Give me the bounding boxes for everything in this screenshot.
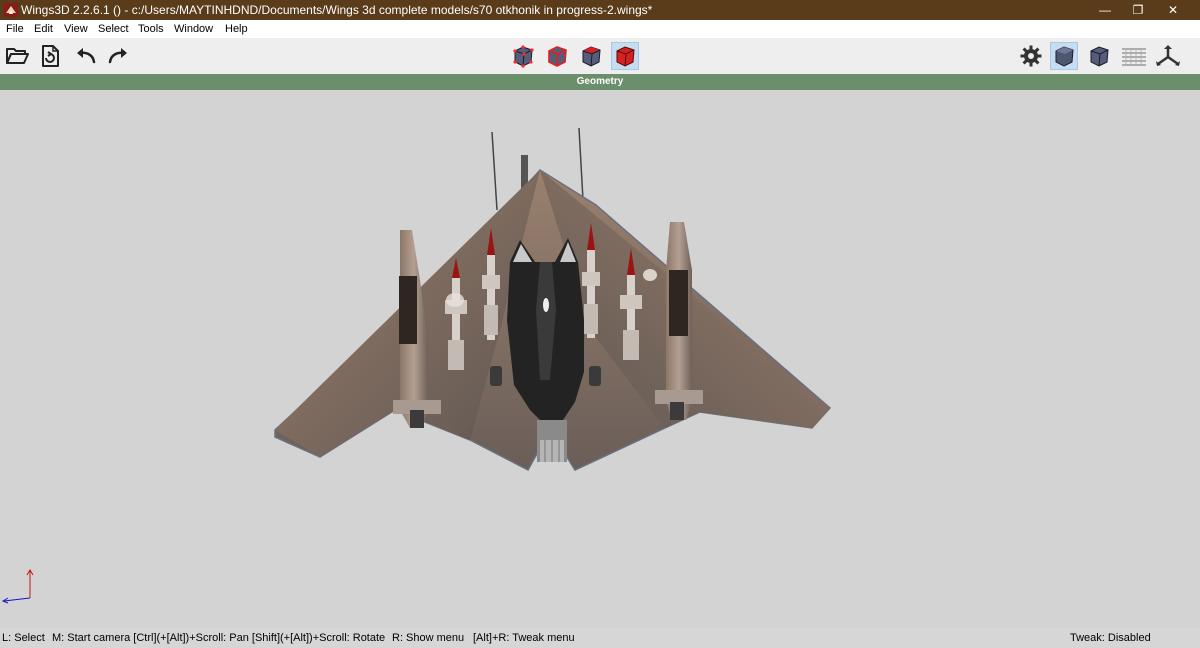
maximize-button[interactable]: ❐ [1120,0,1156,20]
menu-tools[interactable]: Tools [138,20,164,38]
toolbar [0,38,1200,75]
menu-edit[interactable]: Edit [34,20,53,38]
wings3d-logo-icon [4,3,18,17]
smooth-shaded-cube-icon[interactable] [1050,42,1078,70]
flat-shaded-cube-icon[interactable] [1085,42,1113,70]
menu-window[interactable]: Window [174,20,213,38]
open-folder-icon[interactable] [3,42,31,70]
status-bar: L: Select M: Start camera [Ctrl](+[Alt])… [0,628,1200,648]
menu-file[interactable]: File [6,20,24,38]
face-mode-icon[interactable] [577,42,605,70]
status-camera-hint: M: Start camera [Ctrl](+[Alt])+Scroll: P… [52,632,386,644]
import-icon[interactable] [36,42,64,70]
status-select-hint: L: Select [2,632,45,644]
axes-icon[interactable] [1154,42,1182,70]
undo-icon[interactable] [71,42,99,70]
geometry-viewport[interactable] [0,90,1200,628]
axis-indicator-icon [1,569,34,604]
aircraft-model[interactable] [0,90,1200,628]
menu-bar: File Edit View Select Tools Window Help [0,20,1200,38]
edge-mode-icon[interactable] [543,42,571,70]
close-button[interactable]: ✕ [1155,0,1191,20]
geometry-header: Geometry [0,74,1200,90]
status-menu-hint: R: Show menu [392,632,465,644]
ground-plane-icon[interactable] [1120,42,1148,70]
redo-icon[interactable] [105,42,133,70]
tweak-status: Tweak: Disabled [1070,632,1151,644]
status-tweak-menu-hint: [Alt]+R: Tweak menu [473,632,575,644]
menu-view[interactable]: View [64,20,88,38]
title-bar: Wings3D 2.2.6.1 () - c:/Users/MAYTINHDND… [0,0,1200,20]
body-mode-icon[interactable] [611,42,639,70]
vertex-mode-icon[interactable] [509,42,537,70]
gear-icon[interactable] [1017,42,1045,70]
menu-select[interactable]: Select [98,20,129,38]
window-title: Wings3D 2.2.6.1 () - c:/Users/MAYTINHDND… [21,3,653,17]
menu-help[interactable]: Help [225,20,248,38]
minimize-button[interactable]: — [1087,0,1123,20]
